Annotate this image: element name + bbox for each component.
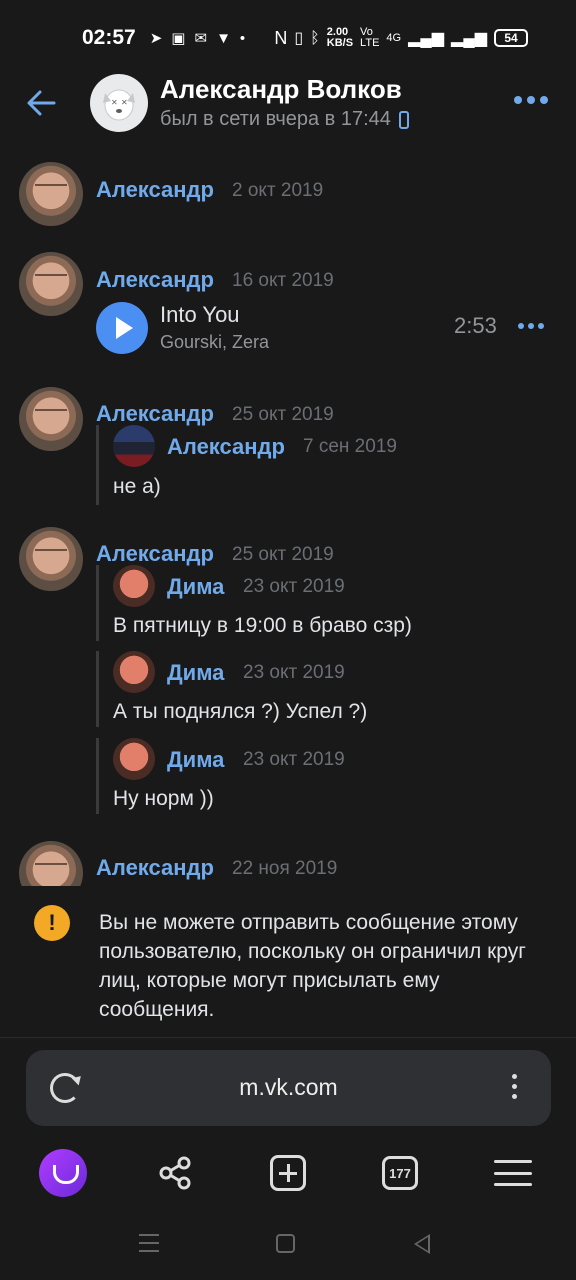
message-author[interactable]: Александр xyxy=(96,541,214,567)
notice-text: Вы не можете отправить сообщение этому п… xyxy=(99,911,526,1021)
nfc-icon: N xyxy=(274,27,288,48)
forwarded-message[interactable]: Александр 7 сен 2019 не а) xyxy=(96,425,556,505)
tabs-button[interactable]: 177 xyxy=(375,1148,425,1198)
quoted-text: не а) xyxy=(113,475,161,498)
quoted-avatar xyxy=(113,651,155,693)
system-icons: N ▯ ᛒ 2.00 KB/S Vo LTE 4G ▂▄▆ ▂▄▆ 54 xyxy=(274,27,528,49)
network-speed: 2.00 KB/S xyxy=(326,26,354,49)
plus-icon xyxy=(270,1155,306,1191)
more-options-icon[interactable] xyxy=(514,96,548,104)
alice-assistant-button[interactable] xyxy=(38,1148,88,1198)
status-bar: 02:57 ➤ ▣ ✉ ▼ • N ▯ ᛒ 2.00 KB/S Vo LTE 4… xyxy=(0,0,576,76)
recent-apps-icon[interactable] xyxy=(139,1234,159,1252)
forwarded-message[interactable]: Дима 23 окт 2019 Ну норм )) xyxy=(96,738,556,814)
telegram-icon: ➤ xyxy=(149,30,163,47)
deactivated-dog-icon: ✕ ✕ xyxy=(103,89,135,121)
contact-avatar[interactable]: ✕ ✕ xyxy=(90,74,148,132)
audio-duration: 2:53 xyxy=(454,313,497,338)
new-tab-button[interactable] xyxy=(263,1148,313,1198)
author-avatar[interactable] xyxy=(19,252,83,316)
hamburger-icon xyxy=(494,1160,532,1186)
message-author[interactable]: Александр xyxy=(96,177,214,203)
message-author[interactable]: Александр xyxy=(96,401,214,427)
status-time: 02:57 xyxy=(82,26,136,49)
dot-icon: • xyxy=(239,29,246,47)
volte-label: Vo LTE xyxy=(360,26,380,49)
author-avatar[interactable] xyxy=(19,527,83,591)
address-bar[interactable]: m.vk.com xyxy=(26,1050,551,1126)
quoted-date: 7 сен 2019 xyxy=(303,436,397,457)
message-date: 25 окт 2019 xyxy=(232,544,334,565)
quoted-author[interactable]: Дима xyxy=(167,660,224,686)
pin-icon: ▼ xyxy=(216,29,231,47)
url-text[interactable]: m.vk.com xyxy=(26,1074,551,1101)
quoted-date: 23 окт 2019 xyxy=(243,749,345,770)
quoted-text: Ну норм )) xyxy=(113,787,214,810)
signal-icon: ▂▄▆ xyxy=(408,29,445,47)
menu-button[interactable] xyxy=(488,1148,538,1198)
bluetooth-icon: ᛒ xyxy=(310,29,320,47)
play-icon[interactable] xyxy=(96,302,148,354)
quoted-author[interactable]: Дима xyxy=(167,747,224,773)
mobile-icon xyxy=(398,110,409,129)
notification-icons: ➤ ▣ ✉ ▼ • xyxy=(149,29,246,48)
system-navigation-bar xyxy=(0,1210,576,1280)
last-seen-text: был в сети вчера в 17:44 xyxy=(160,108,391,130)
message-date: 25 окт 2019 xyxy=(232,404,334,425)
quoted-avatar xyxy=(113,425,155,467)
quoted-date: 23 окт 2019 xyxy=(243,576,345,597)
vibrate-icon: ▯ xyxy=(294,29,304,47)
message-author[interactable]: Александр xyxy=(96,855,214,881)
alice-icon xyxy=(39,1149,87,1197)
author-avatar[interactable] xyxy=(19,387,83,451)
browser-toolbar: 177 xyxy=(0,1140,576,1204)
share-icon xyxy=(159,1156,191,1190)
quoted-text: В пятницу в 19:00 в браво сзр) xyxy=(113,614,412,637)
svg-text:✕: ✕ xyxy=(121,98,128,107)
lte-label: 4G xyxy=(386,31,402,44)
message-date: 22 ноя 2019 xyxy=(232,858,338,879)
quoted-author[interactable]: Александр xyxy=(167,434,285,460)
battery-icon: 54 xyxy=(494,29,528,47)
home-icon[interactable] xyxy=(276,1234,295,1253)
contact-name[interactable]: Александр Волков xyxy=(160,74,402,105)
message-date: 16 окт 2019 xyxy=(232,270,334,291)
android-icon: ▣ xyxy=(171,30,186,47)
signal-icon-2: ▂▄▆ xyxy=(451,29,487,47)
quoted-date: 23 окт 2019 xyxy=(243,662,345,683)
forwarded-message[interactable]: Дима 23 окт 2019 А ты поднялся ?) Успел … xyxy=(96,651,556,727)
quoted-author[interactable]: Дима xyxy=(167,574,224,600)
chat-header: ✕ ✕ Александр Волков был в сети вчера в … xyxy=(0,66,576,140)
forwarded-message[interactable]: Дима 23 окт 2019 В пятницу в 19:00 в бра… xyxy=(96,565,556,641)
warning-icon: ! xyxy=(34,905,70,941)
message-date: 2 окт 2019 xyxy=(232,180,324,201)
quoted-text: А ты поднялся ?) Успел ?) xyxy=(113,700,368,723)
back-icon[interactable] xyxy=(414,1234,430,1254)
quoted-avatar xyxy=(113,738,155,780)
back-arrow-icon[interactable] xyxy=(24,86,58,120)
message-author[interactable]: Александр xyxy=(96,267,214,293)
audio-artist: Gourski, Zera xyxy=(160,332,270,352)
quoted-avatar xyxy=(113,565,155,607)
mail-icon: ✉ xyxy=(194,30,208,47)
tabs-count: 177 xyxy=(382,1156,418,1190)
message-feed[interactable]: Александр 2 окт 2019 Александр 16 окт 20… xyxy=(0,150,576,886)
share-button[interactable] xyxy=(150,1148,200,1198)
author-avatar[interactable] xyxy=(19,841,83,886)
page-menu-icon[interactable] xyxy=(512,1074,517,1099)
last-seen-status: был в сети вчера в 17:44 xyxy=(160,108,409,131)
author-avatar[interactable] xyxy=(19,162,83,226)
write-restricted-notice: ! Вы не можете отправить сообщение этому… xyxy=(0,888,576,1038)
audio-more-icon[interactable] xyxy=(518,323,544,329)
svg-text:✕: ✕ xyxy=(111,98,118,107)
audio-title: Into You xyxy=(160,302,240,327)
